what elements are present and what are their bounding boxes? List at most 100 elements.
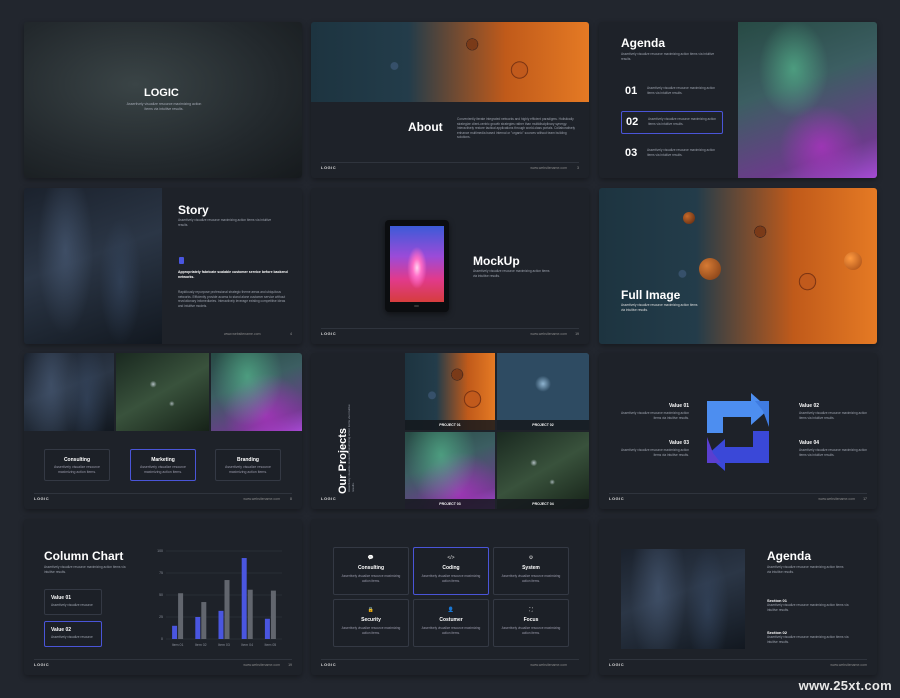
service-card-coding[interactable]: </> Coding Assertively visualize resource … bbox=[413, 547, 489, 595]
service-desc: Assertively visualize resource maximizin… bbox=[341, 574, 401, 583]
slide-footer: LOGIC www.websitename.com 17 bbox=[599, 489, 877, 509]
bubble-large bbox=[699, 258, 721, 280]
footer-logo: LOGIC bbox=[609, 662, 625, 667]
value-desc: Assertively visualize resource bbox=[51, 635, 93, 639]
tablet-device bbox=[385, 220, 449, 312]
slide-footer: LOGIC bbox=[311, 489, 401, 509]
project-label: PROJECT 02 bbox=[497, 420, 589, 430]
footer-url: www.websitename.com bbox=[530, 166, 567, 170]
slide-subtitle: Assertively visualize resource maximizin… bbox=[621, 303, 698, 312]
slide-services-images[interactable]: Consulting Assertively visualize resourc… bbox=[24, 353, 302, 509]
x-tick-label: Item 04 bbox=[241, 643, 253, 647]
x-tick-label: Item 03 bbox=[218, 643, 230, 647]
slide-column-chart[interactable]: Column Chart Assertively visualize resou… bbox=[24, 519, 302, 675]
agenda-num: 02 bbox=[626, 116, 639, 128]
column-chart: 0 25 50 75 100 Item 01 Item 02 Item 03 Item 04 It… bbox=[157, 549, 282, 647]
slide-agenda[interactable]: Agenda Assertively visualize resource ma… bbox=[599, 22, 877, 178]
service-card-system[interactable]: ⚙ System Assertively visualize resource ma… bbox=[493, 547, 569, 595]
agenda-num: 01 bbox=[625, 85, 638, 97]
projects-subtitle: Assertively visualize resource maximizin… bbox=[347, 404, 355, 492]
service-desc: Assertively visualize resource maximizin… bbox=[501, 626, 561, 635]
footer-logo: LOGIC bbox=[34, 662, 50, 667]
slide-full-image[interactable]: Full Image Assertively visualize resourc… bbox=[599, 188, 877, 344]
service-desc: Assertively visualize resource maximizin… bbox=[140, 465, 186, 474]
service-consulting[interactable]: Consulting Assertively visualize resourc… bbox=[44, 449, 110, 481]
value-desc: Assertively visualize resource maximizin… bbox=[620, 448, 689, 457]
service-label: Branding bbox=[237, 457, 259, 463]
footer-logo: LOGIC bbox=[34, 496, 50, 501]
service-label: Focus bbox=[523, 617, 539, 623]
value-desc: Assertively visualize resource maximizin… bbox=[799, 448, 868, 457]
value-desc: Assertively visualize resource maximizin… bbox=[799, 411, 868, 420]
story-body: Rapidiously repurpose professional strat… bbox=[178, 290, 286, 308]
slide-values[interactable]: Value 01 Assertively visualize resource … bbox=[599, 353, 877, 509]
service-desc: Assertively visualize resource maximizin… bbox=[54, 465, 100, 474]
service-label: Costumer bbox=[439, 617, 463, 623]
agenda-item-2[interactable]: 02 Assertively visualize resource maximi… bbox=[621, 111, 723, 134]
home-button bbox=[414, 305, 419, 307]
footer-url: www.websitename.com bbox=[818, 497, 855, 501]
page-number: 19 bbox=[288, 663, 292, 667]
footer-logo: LOGIC bbox=[609, 496, 625, 501]
slide-title: Column Chart bbox=[44, 549, 124, 563]
page-number: 4 bbox=[290, 332, 292, 336]
footer-url: www.websitename.com bbox=[530, 663, 567, 667]
slide-footer: LOGIC www.websitename.com bbox=[311, 655, 589, 675]
service-card-focus[interactable]: ⛶ Focus Assertively visualize resource max… bbox=[493, 599, 569, 647]
document-icon bbox=[179, 257, 184, 264]
cycle-arrows-icon bbox=[707, 393, 769, 471]
service-icon: 👤 bbox=[447, 607, 455, 613]
project-2[interactable]: PROJECT 02 bbox=[497, 353, 589, 430]
slide-icon-services[interactable]: 💬 Consulting Assertively visualize resourc… bbox=[311, 519, 589, 675]
service-card-security[interactable]: 🔒 Security Assertively visualize resource … bbox=[333, 599, 409, 647]
service-card-costumer[interactable]: 👤 Costumer Assertively visualize resource … bbox=[413, 599, 489, 647]
agenda-num: 03 bbox=[625, 147, 638, 159]
service-icon: </> bbox=[447, 555, 455, 561]
section-desc: Assertively visualize resource maximizin… bbox=[767, 635, 849, 644]
slide-footer: LOGIC www.websitename.com 19 bbox=[311, 324, 589, 344]
agenda-text: Assertively visualize resource maximizin… bbox=[647, 86, 716, 95]
page-number: 3 bbox=[577, 166, 579, 170]
project-4[interactable]: PROJECT 04 bbox=[497, 432, 589, 509]
slide-subtitle: Assertively visualize resource maximizin… bbox=[178, 218, 272, 227]
slide-about[interactable]: About Conveniently iterate integrated ne… bbox=[311, 22, 589, 178]
project-3[interactable]: PROJECT 03 bbox=[405, 432, 495, 509]
bar-series-1-item-01 bbox=[172, 625, 178, 639]
slide-title: Agenda bbox=[767, 549, 812, 563]
value-title: Value 03 bbox=[668, 440, 689, 446]
y-tick-label: 75 bbox=[159, 571, 163, 575]
project-label: PROJECT 01 bbox=[405, 420, 495, 430]
footer-url: www.websitename.com bbox=[224, 332, 261, 336]
service-marketing[interactable]: Marketing Assertively visualize resource… bbox=[130, 449, 196, 481]
service-branding[interactable]: Branding Assertively visualize resource … bbox=[215, 449, 281, 481]
about-body: Conveniently iterate integrated networks… bbox=[457, 117, 575, 140]
slide-subtitle: Assertively visualize resource maximizin… bbox=[767, 565, 844, 574]
service-card-consulting[interactable]: 💬 Consulting Assertively visualize resourc… bbox=[333, 547, 409, 595]
agenda-text: Assertively visualize resource maximizin… bbox=[647, 148, 716, 157]
service-desc: Assertively visualize resource maximizin… bbox=[421, 626, 481, 635]
bubble-small bbox=[683, 212, 695, 224]
agenda-item-1[interactable]: 01 Assertively visualize resource maximi… bbox=[621, 80, 721, 102]
slide-our-projects[interactable]: Our Projects Assertively visualize resou… bbox=[311, 353, 589, 509]
footer-logo: LOGIC bbox=[321, 662, 337, 667]
chart-value-1[interactable]: Value 01 Assertively visualize resource bbox=[44, 589, 102, 615]
service-label: System bbox=[522, 565, 540, 571]
leaf-image bbox=[24, 353, 114, 431]
service-icon: ⛶ bbox=[529, 607, 533, 613]
project-1[interactable]: PROJECT 01 bbox=[405, 353, 495, 430]
slide-story[interactable]: Story Assertively visualize resource max… bbox=[24, 188, 302, 344]
bubble-medium bbox=[844, 252, 862, 270]
slide-logic-title[interactable]: LOGIC Assertively visualize resource max… bbox=[24, 22, 302, 178]
y-tick-label: 100 bbox=[157, 549, 163, 553]
chart-value-2[interactable]: Value 02 Assertively visualize resource bbox=[44, 621, 102, 647]
page-number: 8 bbox=[290, 497, 292, 501]
slide-agenda-2[interactable]: Agenda Assertively visualize resource ma… bbox=[599, 519, 877, 675]
y-tick-label: 25 bbox=[159, 615, 163, 619]
story-bold: Appropriately fabricate scalable custome… bbox=[178, 270, 288, 279]
agenda-text: Assertively visualize resource maximizin… bbox=[648, 117, 717, 126]
agenda-item-3[interactable]: 03 Assertively visualize resource maximi… bbox=[621, 143, 721, 165]
footer-url: www.websitename.com bbox=[243, 497, 280, 501]
value-title: Value 01 bbox=[51, 595, 72, 601]
slide-mockup[interactable]: MockUp Assertively visualize resource ma… bbox=[311, 188, 589, 344]
bar-series-2-item-05 bbox=[270, 590, 276, 639]
